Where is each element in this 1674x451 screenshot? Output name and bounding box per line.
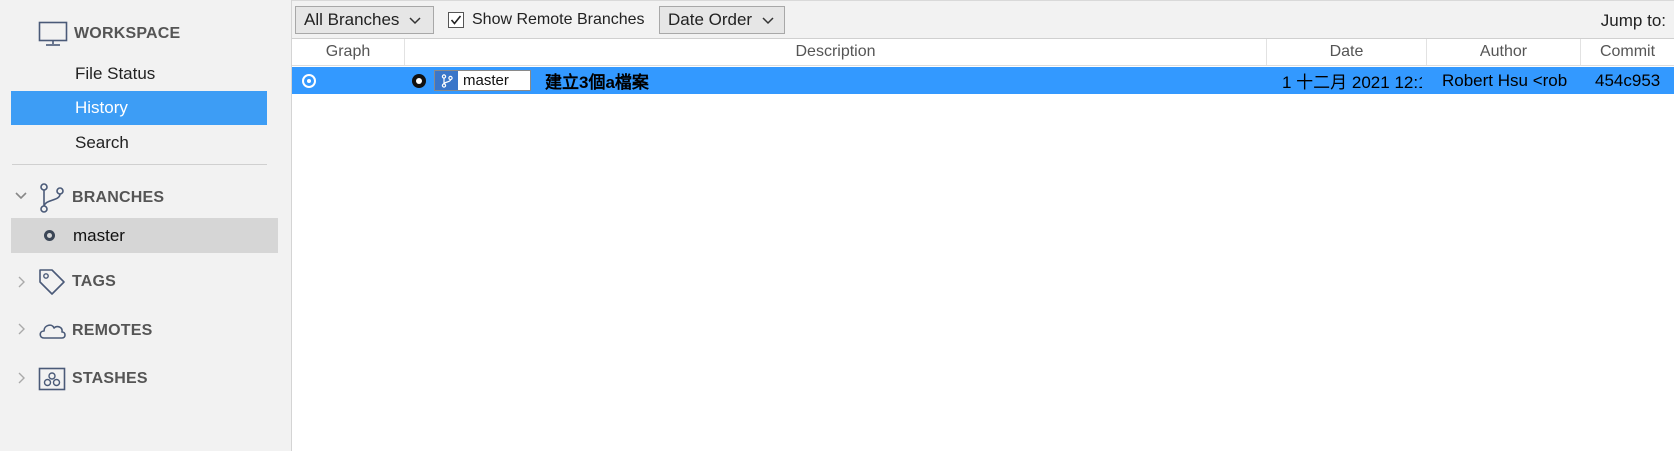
head-marker-icon [412,74,426,88]
show-remote-label: Show Remote Branches [472,11,645,28]
sidebar-item-branch-master[interactable]: master [11,218,278,253]
commit-table-header: Graph Description Date Author Commit [292,39,1674,66]
table-row[interactable]: master 建立3個a檔案 1 十二月 2021 12:1 Robert Hs… [292,67,1674,94]
branches-header[interactable]: BRANCHES [38,183,164,213]
branch-icon [435,71,458,90]
remotes-chevron-right-icon[interactable] [14,322,28,336]
workspace-header[interactable]: WORKSPACE [38,20,180,48]
column-header-date[interactable]: Date [1267,39,1427,65]
stashes-title: STASHES [72,370,148,387]
order-value: Date Order [668,10,753,29]
chevron-down-icon [409,10,421,30]
branches-filter-value: All Branches [304,10,400,29]
sidebar-item-search[interactable]: Search [11,128,267,158]
column-header-commit[interactable]: Commit [1581,39,1674,65]
branch-label-text: master [463,72,509,89]
tags-title: TAGS [72,273,117,290]
show-remote-checkbox[interactable] [448,12,464,28]
stash-icon [38,367,66,391]
sidebar-item-label: master [73,225,125,245]
jump-to-label: Jump to: [1600,11,1666,30]
branch-label-master[interactable]: master [434,70,531,91]
stashes-chevron-right-icon[interactable] [14,371,28,385]
remotes-title: REMOTES [72,322,153,339]
sidebar-item-label: History [75,98,128,117]
tags-header[interactable]: TAGS [38,267,116,297]
branches-chevron-down-icon[interactable] [14,189,28,203]
graph-node-icon [302,74,316,88]
sidebar-item-file-status[interactable]: File Status [11,59,267,89]
commit-date: 1 十二月 2021 12:1 [1282,73,1422,92]
stashes-header[interactable]: STASHES [38,364,148,394]
history-toolbar: All Branches Show Remote Branches Date O… [292,0,1674,39]
column-header-graph[interactable]: Graph [292,39,405,65]
branch-icon [38,183,66,213]
sidebar-item-history[interactable]: History [11,91,267,125]
branches-title: BRANCHES [72,189,165,206]
sidebar-item-label: File Status [75,64,156,83]
column-header-description[interactable]: Description [405,39,1267,65]
cloud-icon [38,320,66,342]
workspace-title: WORKSPACE [74,25,181,42]
commit-author: Robert Hsu <rob [1442,70,1568,90]
commit-description: 建立3個a檔案 [545,73,649,92]
commit-hash: 454c953 [1595,70,1661,90]
sidebar-divider [12,164,267,165]
current-branch-dot-icon [44,230,55,241]
sidebar-item-label: Search [75,133,129,152]
column-header-author[interactable]: Author [1427,39,1581,65]
chevron-down-icon [762,10,774,30]
tags-chevron-right-icon[interactable] [14,275,28,289]
order-dropdown[interactable]: Date Order [659,6,785,34]
tag-icon [38,268,66,296]
monitor-icon [38,21,68,47]
sidebar: WORKSPACE File Status History Search BRA… [0,0,292,451]
branches-filter-dropdown[interactable]: All Branches [295,6,434,34]
remotes-header[interactable]: REMOTES [38,316,153,346]
show-remote-branches-toggle[interactable]: Show Remote Branches [448,6,645,34]
